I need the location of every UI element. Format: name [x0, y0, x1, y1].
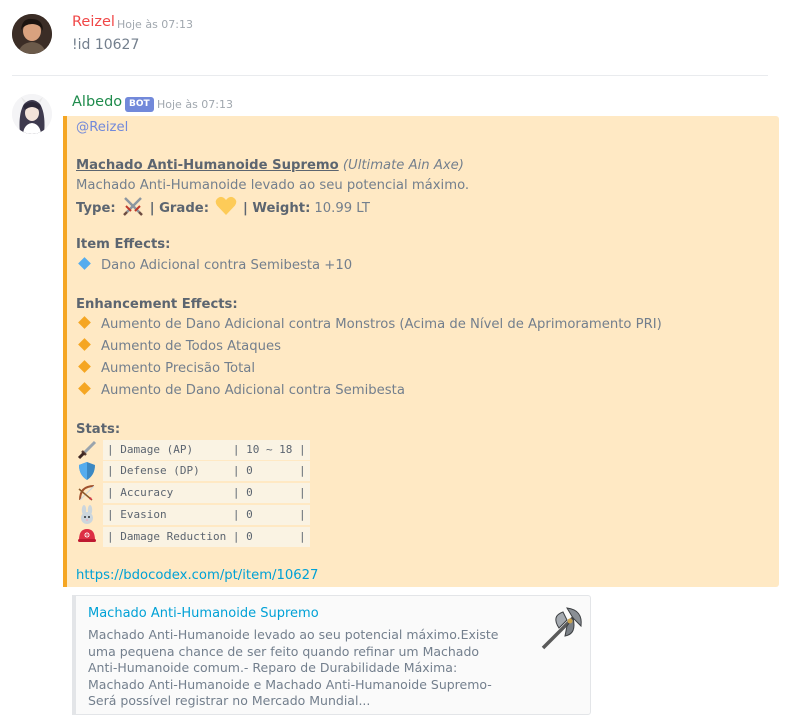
preview-description: Machado Anti-Humanoide levado ao seu pot… [88, 627, 499, 708]
user-mention[interactable]: @Reizel [76, 120, 128, 135]
embed-title-line: Machado Anti-Humanoide Supremo (Ultimate… [76, 158, 464, 173]
embed-title: Machado Anti-Humanoide Supremo [76, 158, 339, 173]
message-text: !id 10627 [72, 37, 140, 53]
stats-title: Stats: [76, 422, 121, 437]
grade-label: | Grade: [149, 200, 209, 216]
orange-diamond-icon [78, 360, 91, 373]
item-link[interactable]: https://bdocodex.com/pt/item/10627 [76, 568, 318, 583]
item-effect-row: Dano Adicional contra Semibesta +10 [76, 257, 352, 273]
item-embed: @Reizel Machado Anti-Humanoide Supremo (… [63, 116, 779, 587]
user-avatar-reizel[interactable] [12, 14, 52, 54]
message-timestamp: Hoje às 07:13 [157, 98, 233, 111]
stat-row-accuracy: | Accuracy | 0 | [76, 482, 310, 503]
enhancement-effect-row: Aumento de Todos Ataques [76, 338, 281, 354]
message-timestamp: Hoje às 07:13 [117, 18, 193, 31]
dagger-icon [76, 439, 98, 461]
crossed-swords-icon [122, 196, 144, 220]
link-preview-card: Machado Anti-Humanoide Supremo Machado A… [72, 595, 591, 715]
type-label: Type: [76, 200, 116, 216]
stat-row-defense: | Defense (DP) | 0 | [76, 460, 310, 481]
rabbit-icon [76, 504, 98, 526]
bot-tag: BOT [125, 97, 154, 112]
battle-axe-icon[interactable] [537, 604, 585, 652]
preview-title-link[interactable]: Machado Anti-Humanoide Supremo [88, 606, 319, 621]
enhancement-effect-row: Aumento Precisão Total [76, 360, 255, 376]
bot-avatar-albedo[interactable] [12, 94, 52, 134]
orange-diamond-icon [78, 382, 91, 395]
embed-type-line: Type: | Grade: | Weight: 10.99 LT [76, 196, 370, 220]
shield-icon [76, 460, 98, 482]
weight-label: | Weight: [242, 200, 311, 216]
weight-value: 10.99 LT [314, 200, 370, 216]
item-effects-title: Item Effects: [76, 237, 171, 252]
bow-arrow-icon [76, 482, 98, 504]
stat-row-damage-reduction: | Damage Reduction | 0 | [76, 526, 310, 547]
username-reizel[interactable]: Reizel [72, 14, 115, 30]
username-albedo[interactable]: Albedo [72, 94, 122, 110]
enhancement-effect-row: Aumento de Dano Adicional contra Semibes… [76, 382, 405, 398]
enhancement-effect-row: Aumento de Dano Adicional contra Monstro… [76, 316, 662, 332]
orange-diamond-icon [78, 338, 91, 351]
stat-row-evasion: | Evasion | 0 | [76, 504, 310, 525]
embed-title-english: (Ultimate Ain Axe) [342, 158, 464, 173]
message-divider [12, 75, 768, 76]
blue-diamond-icon [78, 257, 91, 270]
helmet-icon [76, 526, 98, 548]
yellow-heart-icon [215, 196, 237, 220]
stat-row-damage: | Damage (AP) | 10 ~ 18 | [76, 439, 310, 460]
embed-description: Machado Anti-Humanoide levado ao seu pot… [76, 178, 470, 193]
enhancement-effects-title: Enhancement Effects: [76, 297, 238, 312]
orange-diamond-icon [78, 316, 91, 329]
